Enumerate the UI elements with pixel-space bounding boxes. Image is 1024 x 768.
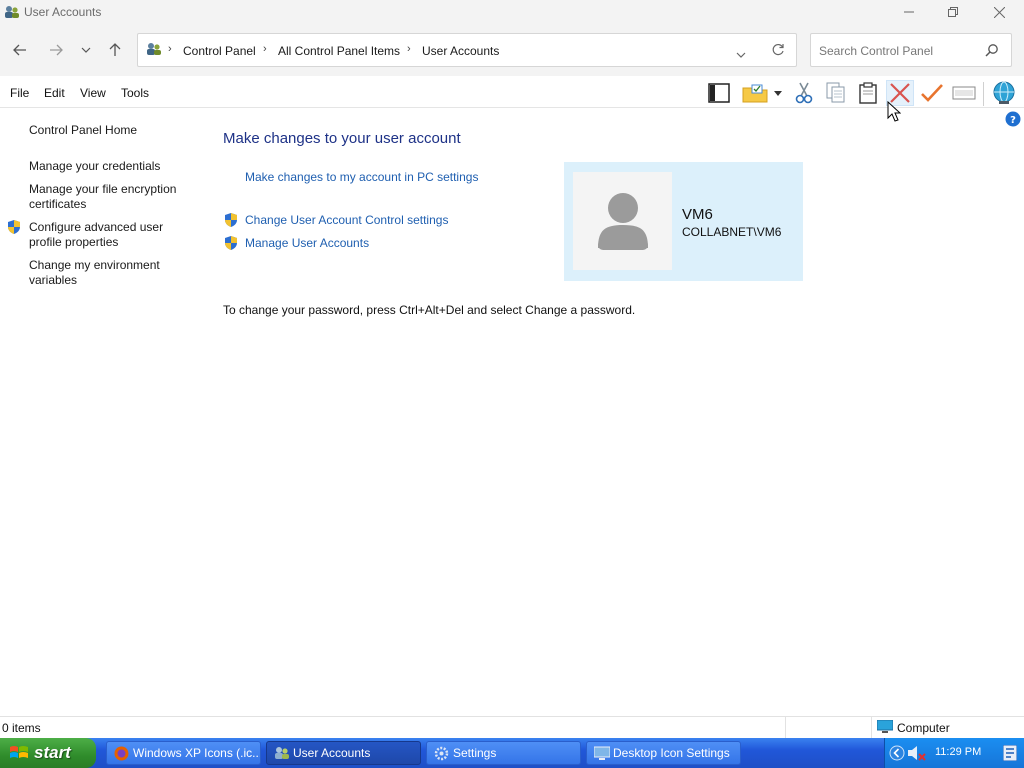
breadcrumb-separator: › [263, 43, 267, 55]
sidebar-item-control-panel-home[interactable]: Control Panel Home [29, 123, 194, 138]
gear-icon [434, 746, 449, 764]
user-accounts-icon [274, 746, 290, 763]
minimize-button[interactable] [886, 0, 932, 24]
windows-flag-icon [9, 744, 29, 765]
mouse-cursor-icon [887, 100, 902, 126]
tray-chevron-icon[interactable] [889, 745, 905, 764]
window-title: User Accounts [24, 5, 102, 19]
folder-check-icon[interactable] [741, 80, 769, 106]
forward-button[interactable] [46, 40, 66, 60]
sidebar-item-advanced-profile[interactable]: Configure advanced user profile properti… [29, 220, 179, 250]
status-divider [871, 717, 872, 738]
dropdown-icon[interactable] [770, 80, 786, 106]
uac-shield-icon [223, 212, 239, 231]
control-panel-icon [146, 42, 162, 59]
page-title: Make changes to your user account [223, 130, 461, 147]
globe-icon[interactable] [990, 80, 1018, 106]
refresh-icon[interactable] [771, 43, 785, 60]
cut-icon[interactable] [790, 80, 818, 106]
search-placeholder: Search Control Panel [819, 44, 934, 58]
back-button[interactable] [10, 40, 30, 60]
search-icon[interactable] [985, 43, 999, 60]
uac-shield-icon [223, 235, 239, 254]
sidebar-item-credentials[interactable]: Manage your credentials [29, 159, 194, 174]
account-domain: COLLABNET\VM6 [682, 225, 782, 239]
taskbar-item-label: User Accounts [293, 746, 371, 760]
sidebar-item-environment-variables[interactable]: Change my environment variables [29, 258, 179, 288]
breadcrumb-control-panel[interactable]: Control Panel [183, 44, 256, 58]
firefox-icon [114, 746, 129, 764]
clock: 11:29 PM [935, 746, 982, 758]
status-item-count: 0 items [2, 721, 41, 735]
menu-tools[interactable]: Tools [121, 86, 149, 100]
account-name: VM6 [682, 206, 713, 223]
manage-user-accounts-link[interactable]: Manage User Accounts [245, 236, 369, 250]
recent-locations-dropdown[interactable] [76, 40, 96, 60]
volume-muted-icon[interactable] [907, 745, 927, 764]
start-label: start [34, 743, 71, 762]
menu-view[interactable]: View [80, 86, 106, 100]
password-note: To change your password, press Ctrl+Alt+… [223, 303, 636, 317]
uac-shield-icon [6, 219, 22, 238]
pc-settings-link[interactable]: Make changes to my account in PC setting… [245, 170, 478, 184]
rename-icon[interactable] [950, 80, 978, 106]
title-bar [0, 0, 1024, 24]
desktop-icon [593, 746, 611, 764]
paste-icon[interactable] [854, 80, 882, 106]
pane-icon[interactable] [705, 80, 733, 106]
menu-file[interactable]: File [10, 86, 29, 100]
search-input[interactable]: Search Control Panel [810, 33, 1012, 67]
uac-settings-link[interactable]: Change User Account Control settings [245, 213, 448, 227]
sidebar-item-encryption-certificates[interactable]: Manage your file encryption certificates [29, 182, 189, 212]
start-button[interactable]: start [0, 738, 96, 768]
avatar [573, 172, 672, 270]
menu-edit[interactable]: Edit [44, 86, 65, 100]
breadcrumb-separator: › [168, 43, 172, 55]
status-zone: Computer [897, 721, 950, 735]
user-accounts-icon [4, 5, 20, 19]
show-desktop-icon[interactable] [1002, 744, 1018, 764]
svg-text:?: ? [1010, 115, 1016, 126]
breadcrumb-user-accounts[interactable]: User Accounts [422, 44, 499, 58]
breadcrumb-all-items[interactable]: All Control Panel Items [278, 44, 400, 58]
status-divider [785, 717, 786, 738]
close-window-button[interactable] [976, 0, 1022, 24]
taskbar-item-windows-xp-icons[interactable]: Windows XP Icons (.ic... [106, 741, 261, 765]
taskbar-item-label: Settings [453, 746, 497, 760]
computer-icon [876, 719, 894, 737]
toolbar-divider [983, 82, 984, 106]
restore-button[interactable] [930, 0, 976, 24]
address-history-chevron-icon[interactable] [736, 47, 746, 61]
taskbar-item-desktop-icon-settings[interactable]: Desktop Icon Settings [586, 741, 741, 765]
taskbar-item-label: Desktop Icon Settings [613, 746, 730, 760]
taskbar-item-settings[interactable]: Settings [426, 741, 581, 765]
taskbar-item-user-accounts[interactable]: User Accounts [266, 741, 421, 765]
up-button[interactable] [105, 40, 125, 60]
address-bar[interactable]: › Control Panel › All Control Panel Item… [137, 33, 797, 67]
breadcrumb-separator: › [407, 43, 411, 55]
help-icon[interactable]: ? [1005, 111, 1021, 130]
copy-icon[interactable] [822, 80, 850, 106]
taskbar-item-label: Windows XP Icons (.ic... [133, 746, 261, 760]
check-icon[interactable] [918, 80, 946, 106]
